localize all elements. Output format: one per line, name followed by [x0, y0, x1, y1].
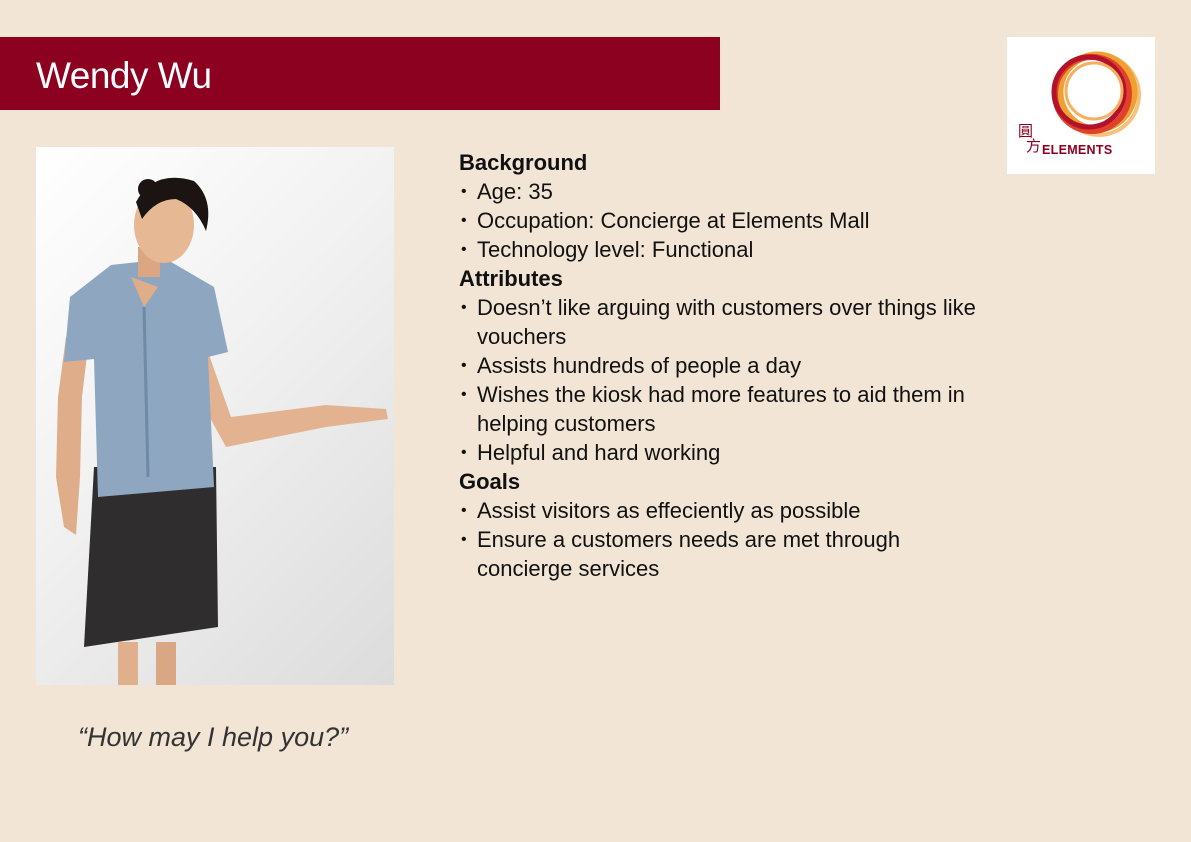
list-item: Assist visitors as effeciently as possib… — [459, 496, 979, 525]
logo-char-bottom: 方 — [1026, 137, 1042, 155]
attributes-list: Doesn’t like arguing with customers over… — [459, 293, 979, 467]
logo-chinese-characters: 圓 方 — [1018, 123, 1042, 155]
title-bar: Wendy Wu — [0, 37, 720, 110]
background-list: Age: 35 Occupation: Concierge at Element… — [459, 177, 979, 264]
goals-heading: Goals — [459, 469, 521, 494]
background-heading: Background — [459, 150, 588, 175]
persona-details: Background Age: 35 Occupation: Concierge… — [459, 148, 979, 583]
persona-quote: “How may I help you?” — [78, 722, 349, 752]
list-item: Occupation: Concierge at Elements Mall — [459, 206, 979, 235]
goals-list: Assist visitors as effeciently as possib… — [459, 496, 979, 583]
list-item: Age: 35 — [459, 177, 979, 206]
list-item: Technology level: Functional — [459, 235, 979, 264]
list-item: Ensure a customers needs are met through… — [459, 525, 979, 583]
elements-logo: 圓 方 ELEMENTS — [1007, 37, 1155, 174]
attributes-heading: Attributes — [459, 266, 563, 291]
persona-name: Wendy Wu — [36, 55, 212, 96]
list-item: Helpful and hard working — [459, 438, 979, 467]
woman-figure-image — [56, 177, 388, 685]
list-item: Assists hundreds of people a day — [459, 351, 979, 380]
list-item: Doesn’t like arguing with customers over… — [459, 293, 979, 351]
logo-text: ELEMENTS — [1042, 143, 1113, 157]
persona-photo — [36, 147, 394, 685]
list-item: Wishes the kiosk had more features to ai… — [459, 380, 979, 438]
